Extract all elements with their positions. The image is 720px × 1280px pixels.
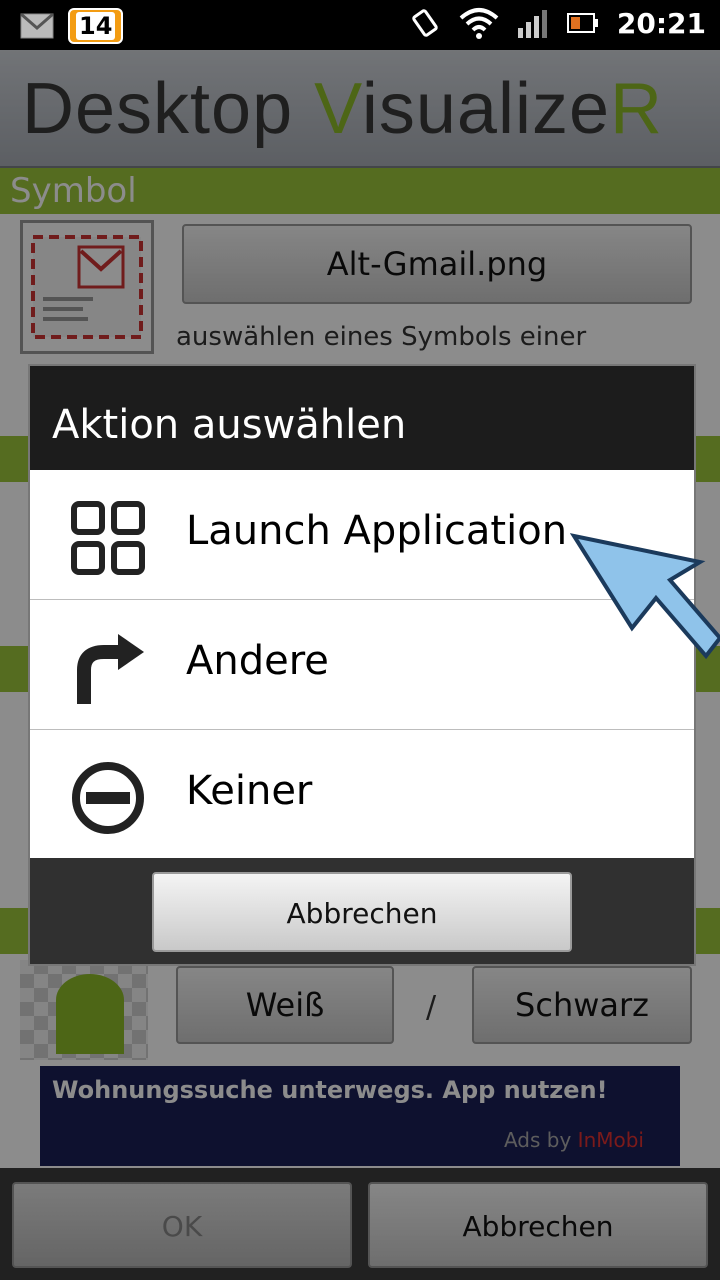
list-item-label: Andere: [186, 638, 329, 684]
list-item-label: Launch Application: [186, 508, 568, 554]
notification-count: 14: [76, 12, 116, 40]
dialog-footer: Abbrechen: [30, 858, 694, 964]
status-right: 20:21: [409, 6, 706, 40]
wifi-icon: [459, 8, 499, 39]
list-item-label: Keiner: [186, 768, 313, 814]
pointer-cursor-icon: [570, 533, 720, 660]
arrow-turn-icon: [77, 634, 144, 704]
list-item-keiner[interactable]: Keiner: [30, 730, 694, 859]
clock: 20:21: [616, 6, 706, 40]
status-bar: 14 20:21: [0, 0, 720, 50]
battery-icon: [566, 13, 598, 33]
rotate-icon: [412, 9, 438, 37]
notification-badge: 14: [68, 8, 124, 44]
dialog-title: Aktion auswählen: [30, 366, 694, 470]
grid-icon: [71, 501, 145, 575]
status-left: 14: [20, 8, 124, 44]
gmail-icon: [20, 13, 54, 39]
minus-circle-icon: [72, 762, 144, 834]
dialog-cancel-button[interactable]: Abbrechen: [152, 872, 572, 952]
signal-icon: [517, 10, 547, 38]
